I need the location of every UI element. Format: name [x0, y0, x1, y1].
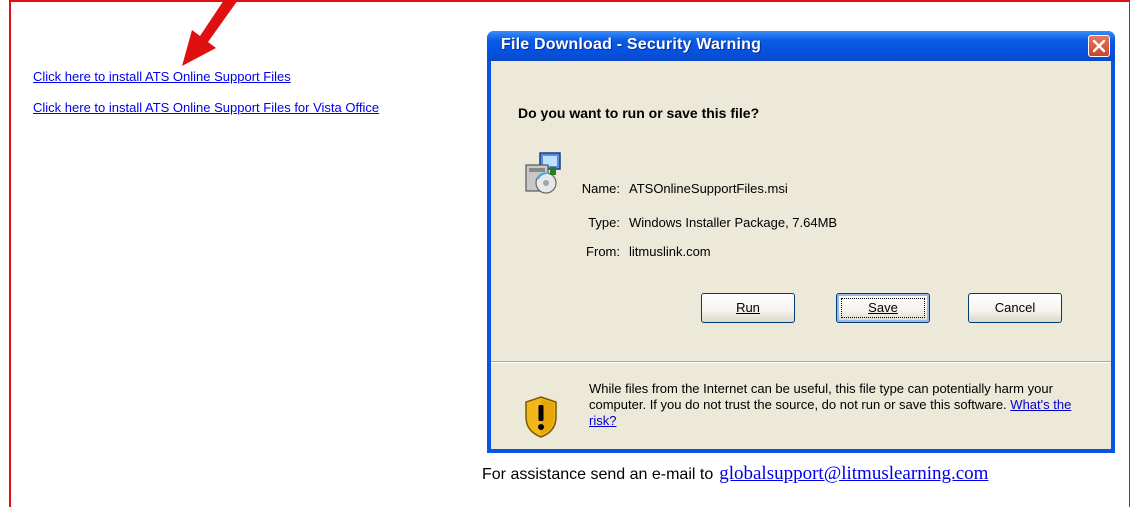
cancel-button[interactable]: Cancel: [968, 293, 1062, 323]
security-shield-icon: [525, 396, 557, 438]
dialog-question: Do you want to run or save this file?: [518, 105, 760, 121]
support-email-link[interactable]: globalsupport@litmuslearning.com: [719, 463, 988, 484]
dialog-titlebar[interactable]: File Download - Security Warning: [487, 31, 1115, 61]
assistance-text: For assistance send an e-mail to: [482, 466, 714, 483]
name-label: Name:: [581, 181, 620, 196]
file-download-dialog: File Download - Security Warning Do you …: [487, 31, 1115, 453]
run-label: Run: [736, 300, 760, 315]
dialog-body: Do you want to run or save this file? Na…: [491, 61, 1111, 449]
type-label: Type:: [588, 215, 620, 230]
assistance-line: For assistance send an e-mail to globalsu…: [482, 463, 988, 485]
close-icon: [1092, 39, 1106, 53]
from-label: From:: [586, 244, 620, 259]
from-value: litmuslink.com: [629, 244, 711, 259]
close-button[interactable]: [1088, 35, 1110, 57]
divider: [491, 361, 1111, 363]
name-value: ATSOnlineSupportFiles.msi: [629, 181, 788, 196]
install-support-files-vista-link[interactable]: Click here to install ATS Online Support…: [33, 100, 379, 115]
install-support-files-link[interactable]: Click here to install ATS Online Support…: [33, 69, 291, 84]
security-warning-text: While files from the Internet can be use…: [589, 381, 1099, 429]
save-button[interactable]: Save: [836, 293, 930, 323]
warning-message: While files from the Internet can be use…: [589, 381, 1053, 412]
run-button[interactable]: Run: [701, 293, 795, 323]
red-arrow-annotation-icon: [182, 0, 238, 66]
dialog-title: File Download - Security Warning: [501, 36, 762, 53]
type-value: Windows Installer Package, 7.64MB: [629, 215, 838, 230]
cancel-label: Cancel: [994, 300, 1036, 315]
